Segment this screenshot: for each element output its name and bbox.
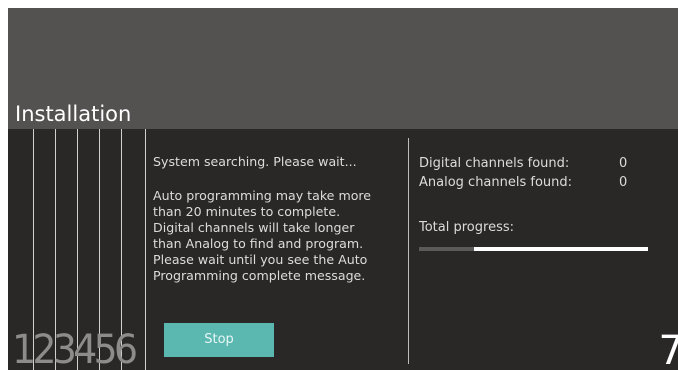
analog-channels-row: Analog channels found: 0 [419, 173, 649, 192]
stop-button[interactable]: Stop [164, 323, 274, 357]
channel-counts: Digital channels found: 0 Analog channel… [419, 154, 649, 192]
digital-channels-count: 0 [619, 156, 628, 171]
current-step-number: 7 [658, 328, 678, 370]
progress-bar [419, 247, 648, 251]
status-message: System searching. Please wait... [153, 154, 357, 169]
analog-channels-count: 0 [619, 175, 628, 190]
column-divider [408, 138, 409, 364]
analog-channels-label: Analog channels found: [419, 175, 573, 190]
info-column: System searching. Please wait... Auto pr… [153, 154, 403, 284]
header-bar: Installation [8, 8, 678, 129]
digital-channels-row: Digital channels found: 0 [419, 154, 649, 173]
info-message: Auto programming may take more than 20 m… [153, 188, 372, 283]
step-divider [145, 129, 146, 370]
step-indicator-numbers: 123456 [12, 327, 138, 370]
progress-label: Total progress: [419, 220, 514, 235]
progress-bar-fill [419, 247, 474, 251]
installation-screen: Installation 123456 7 System searching. … [8, 8, 678, 370]
page-title: Installation [15, 102, 132, 126]
digital-channels-label: Digital channels found: [419, 156, 570, 171]
